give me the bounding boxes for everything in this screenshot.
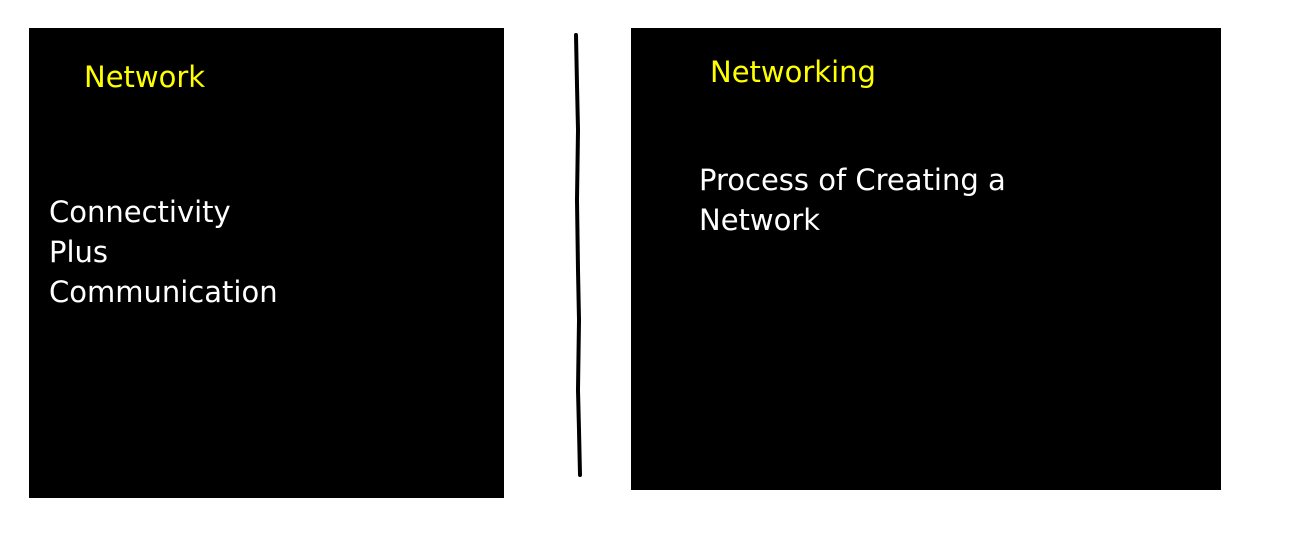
networking-definition-line: Process of Creating a — [699, 163, 1006, 197]
network-title: Network — [84, 60, 206, 94]
networking-definition-line: Network — [699, 203, 821, 237]
networking-title: Networking — [710, 55, 876, 89]
vertical-divider — [574, 33, 582, 477]
divider-line — [574, 33, 582, 477]
network-panel: Network Connectivity Plus Communication — [29, 28, 504, 498]
network-definition-line: Plus — [49, 235, 109, 269]
network-definition-line: Communication — [49, 275, 278, 309]
network-definition-line: Connectivity — [49, 195, 231, 229]
networking-panel: Networking Process of Creating a Network — [631, 28, 1221, 490]
networking-definition: Process of Creating a Network — [699, 160, 1006, 240]
network-definition: Connectivity Plus Communication — [49, 192, 278, 312]
